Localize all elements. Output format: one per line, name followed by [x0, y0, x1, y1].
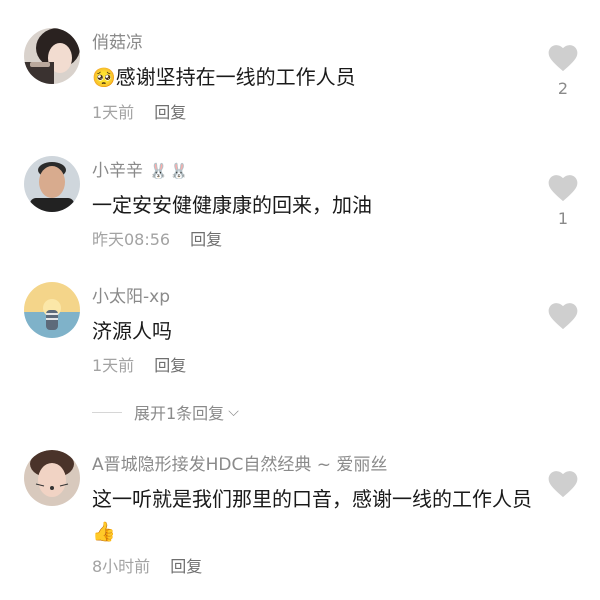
expand-replies-label: 展开1条回复 [134, 404, 225, 423]
comment-text: 🥺感谢坚持在一线的工作人员 [92, 61, 540, 94]
comment-body: 小太阳-xp 济源人吗 1天前 回复 [92, 286, 540, 377]
comment-meta: 1天前 回复 [92, 102, 540, 124]
comment-text: 这一听就是我们那里的口音，感谢一线的工作人员 👍 [92, 483, 540, 548]
avatar[interactable] [24, 28, 80, 84]
comment-body: 小辛辛 🐰🐰 一定安安健健康康的回来，加油 昨天08:56 回复 [92, 160, 540, 251]
thumbs-up-emoji-icon: 👍 [92, 521, 116, 543]
comment-text: 济源人吗 [92, 315, 540, 347]
comment-body: A晋城隐形接发HDC自然经典 ~ 爱丽丝 这一听就是我们那里的口音，感谢一线的工… [92, 454, 540, 578]
comment-text-content: 济源人吗 [92, 319, 172, 343]
username[interactable]: 小太阳-xp [92, 286, 540, 308]
username[interactable]: 俏菇凉 [92, 32, 540, 54]
comment-meta: 8小时前 回复 [92, 556, 540, 578]
timestamp: 1天前 [92, 356, 135, 375]
heart-icon [548, 175, 578, 202]
heart-icon [548, 471, 578, 498]
like-button[interactable] [546, 302, 580, 330]
like-button[interactable]: 2 [546, 44, 580, 98]
heart-icon [548, 303, 578, 330]
expand-replies-button[interactable]: 展开1条回复 ⌵ [92, 400, 239, 424]
reply-button[interactable]: 回复 [190, 230, 222, 249]
timestamp: 8小时前 [92, 557, 151, 576]
comment-text-content: 这一听就是我们那里的口音，感谢一线的工作人员 [92, 487, 532, 511]
username[interactable]: A晋城隐形接发HDC自然经典 ~ 爱丽丝 [92, 454, 540, 476]
comment-body: 俏菇凉 🥺感谢坚持在一线的工作人员 1天前 回复 [92, 32, 540, 124]
username-text: 俏菇凉 [92, 33, 143, 53]
avatar-image [24, 28, 80, 84]
pleading-face-emoji-icon: 🥺 [92, 67, 116, 89]
heart-icon [548, 45, 578, 72]
avatar[interactable] [24, 156, 80, 212]
avatar[interactable] [24, 450, 80, 506]
comment-meta: 昨天08:56 回复 [92, 229, 540, 251]
username-text: A晋城隐形接发HDC自然经典 ~ 爱丽丝 [92, 455, 388, 475]
like-button[interactable] [546, 470, 580, 498]
avatar-image [24, 450, 80, 506]
avatar-image [24, 156, 80, 212]
avatar-image [24, 282, 80, 338]
avatar[interactable] [24, 282, 80, 338]
timestamp: 昨天08:56 [92, 230, 171, 249]
like-count: 2 [557, 79, 569, 98]
username[interactable]: 小辛辛 🐰🐰 [92, 160, 540, 182]
like-button[interactable]: 1 [546, 174, 580, 228]
comment-meta: 1天前 回复 [92, 355, 540, 377]
reply-button[interactable]: 回复 [170, 557, 202, 576]
rabbit-emoji-icon: 🐰🐰 [149, 162, 191, 180]
reply-button[interactable]: 回复 [154, 356, 186, 375]
comment-text-content: 感谢坚持在一线的工作人员 [115, 65, 356, 89]
comment-text: 一定安安健健康康的回来，加油 [92, 189, 540, 221]
divider-line [92, 411, 122, 413]
timestamp: 1天前 [92, 103, 135, 122]
reply-button[interactable]: 回复 [154, 103, 186, 122]
chevron-down-icon: ⌵ [228, 404, 239, 420]
comment-list: 俏菇凉 🥺感谢坚持在一线的工作人员 1天前 回复 2 小辛辛 🐰🐰 一定安安健健康康… [0, 0, 600, 600]
like-count: 1 [557, 209, 569, 228]
username-text: 小太阳-xp [92, 287, 170, 307]
username-text: 小辛辛 [92, 161, 143, 181]
comment-text-content: 一定安安健健康康的回来，加油 [92, 193, 372, 217]
